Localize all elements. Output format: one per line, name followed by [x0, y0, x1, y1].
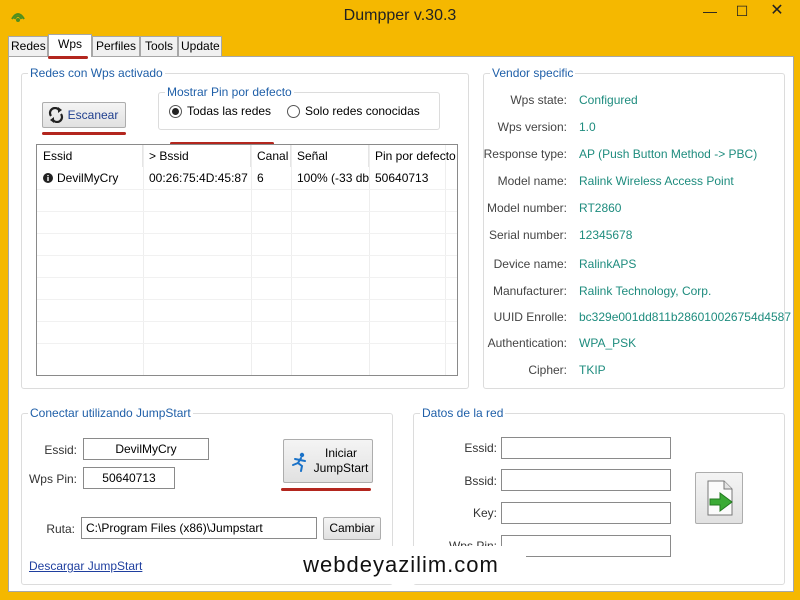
ruta-label: Ruta:	[46, 522, 75, 536]
tab-update[interactable]: Update	[178, 36, 222, 56]
tab-tools[interactable]: Tools	[140, 36, 178, 56]
model-name-label: Model name:	[497, 174, 567, 188]
nd-essid-field[interactable]	[501, 437, 671, 459]
serial-number-value: 12345678	[579, 228, 633, 242]
ruta-field[interactable]: C:\Program Files (x86)\Jumpstart	[81, 517, 317, 539]
tab-redes[interactable]: Redes	[8, 36, 48, 56]
jumpstart-title: Conectar utilizando JumpStart	[28, 406, 193, 420]
device-name-value: RalinkAPS	[579, 257, 637, 271]
cell-bssid: 00:26:75:4D:45:87	[149, 171, 248, 185]
watermark: webdeyazilim.com	[276, 546, 526, 584]
js-pin-field[interactable]: 50640713	[83, 467, 175, 489]
export-button[interactable]	[695, 472, 743, 524]
title-bar: Dumpper v.30.3 — ☐ ✕	[0, 0, 800, 32]
window-title: Dumpper v.30.3	[343, 7, 457, 24]
column-header-essid[interactable]: Essid	[37, 145, 143, 167]
running-man-icon	[289, 452, 309, 476]
authentication-value: WPA_PSK	[579, 336, 637, 350]
nd-key-label: Key:	[472, 506, 497, 520]
tab-highlight-line	[48, 56, 88, 59]
minimize-button[interactable]: —	[696, 0, 724, 22]
maximize-button[interactable]: ☐	[728, 0, 756, 22]
wps-networks-title: Redes con Wps activado	[28, 66, 165, 80]
nd-key-field[interactable]	[501, 502, 671, 524]
nd-pin-field[interactable]	[501, 535, 671, 557]
scan-highlight-line	[42, 132, 126, 135]
cambiar-button[interactable]: Cambiar	[323, 517, 381, 540]
device-name-label: Device name:	[493, 257, 567, 271]
js-essid-label: Essid:	[44, 443, 77, 457]
start-jumpstart-label-2: JumpStart	[313, 461, 369, 475]
scan-button[interactable]: Escanear	[42, 102, 126, 128]
jumpstart-highlight-line	[281, 488, 371, 491]
model-number-label: Model number:	[486, 201, 567, 215]
export-document-icon	[704, 479, 736, 520]
network-data-title: Datos de la red	[420, 406, 506, 420]
serial-number-label: Serial number:	[488, 228, 567, 242]
column-header-senal[interactable]: Señal	[291, 145, 369, 167]
response-type-label: Response type:	[483, 147, 567, 161]
start-jumpstart-button[interactable]: Iniciar JumpStart	[283, 439, 373, 483]
cipher-value: TKIP	[579, 363, 606, 377]
wps-version-label: Wps version:	[497, 120, 567, 134]
download-jumpstart-link[interactable]: Descargar JumpStart	[29, 559, 142, 573]
cell-canal: 6	[257, 171, 264, 185]
nd-bssid-field[interactable]	[501, 469, 671, 491]
model-number-value: RT2860	[579, 201, 622, 215]
nd-essid-label: Essid:	[464, 441, 497, 455]
wps-networks-group: Redes con Wps activado Escanear Mostrar …	[21, 66, 469, 389]
radio-known-label: Solo redes conocidas	[305, 104, 420, 118]
scan-label: Escanear	[67, 108, 119, 122]
app-window: Dumpper v.30.3 — ☐ ✕ Redes Wps Perfiles …	[0, 0, 800, 600]
response-type-value: AP (Push Button Method -> PBC)	[579, 147, 758, 161]
manufacturer-value: Ralink Technology, Corp.	[579, 284, 712, 298]
tab-content: Redes con Wps activado Escanear Mostrar …	[8, 56, 794, 592]
js-pin-label: Wps Pin:	[28, 472, 77, 486]
js-essid-field[interactable]: DevilMyCry	[83, 438, 209, 460]
column-header-bssid[interactable]: > Bssid	[143, 145, 251, 167]
uuid-label: UUID Enrolle:	[493, 310, 567, 324]
start-jumpstart-label-1: Iniciar	[324, 446, 357, 460]
wps-state-value: Configured	[579, 93, 638, 107]
manufacturer-label: Manufacturer:	[492, 284, 567, 298]
networks-table[interactable]: Essid > Bssid Canal Señal Pin por defect…	[36, 144, 458, 376]
wps-state-label: Wps state:	[510, 93, 567, 107]
cell-pin: 50640713	[375, 171, 429, 185]
radio-all-label: Todas las redes	[187, 104, 272, 118]
radio-all-networks[interactable]	[169, 105, 182, 118]
close-button[interactable]: ✕	[760, 0, 794, 22]
radio-known-networks[interactable]	[287, 105, 300, 118]
default-pin-title: Mostrar Pin por defecto	[165, 85, 294, 99]
column-header-canal[interactable]: Canal	[251, 145, 291, 167]
wps-version-value: 1.0	[579, 120, 596, 134]
cell-essid: DevilMyCry	[57, 171, 119, 185]
model-name-value: Ralink Wireless Access Point	[579, 174, 734, 188]
tab-wps[interactable]: Wps	[48, 34, 92, 57]
cipher-label: Cipher:	[528, 363, 567, 377]
nd-bssid-label: Bssid:	[464, 474, 497, 488]
tab-perfiles[interactable]: Perfiles	[92, 36, 140, 56]
refresh-icon	[48, 106, 64, 131]
cell-senal: 100% (-33 db...	[297, 171, 369, 185]
authentication-label: Authentication:	[487, 336, 567, 350]
default-pin-group: Mostrar Pin por defecto Todas las redes …	[158, 85, 440, 130]
vendor-specific-title: Vendor specific	[490, 66, 576, 80]
column-header-pin[interactable]: Pin por defecto	[369, 145, 457, 167]
uuid-value: bc329e001dd811b286010026754d4587	[579, 310, 791, 324]
